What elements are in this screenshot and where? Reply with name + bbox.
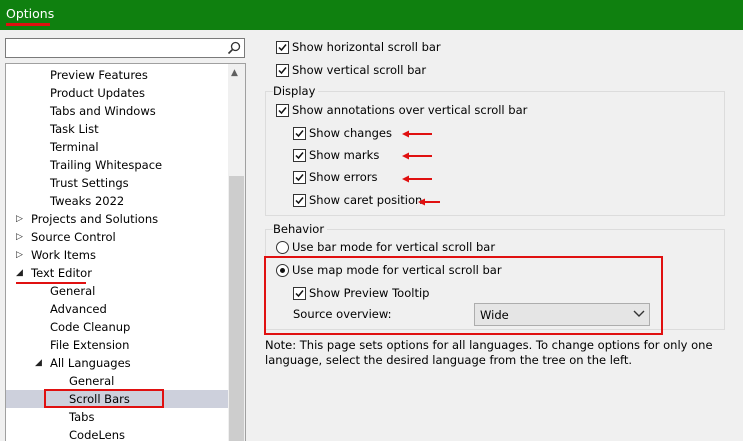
tree-item-label: Preview Features [50,68,148,82]
show-errors-label[interactable]: Show errors [309,170,378,184]
checkmark-icon [278,44,287,52]
note-text: Note: This page sets options for all lan… [265,338,713,367]
collapsed-arrow-icon[interactable]: ▷ [16,228,23,246]
tree-item-label: Code Cleanup [50,320,131,334]
tree-item-label: Tweaks 2022 [50,194,125,208]
tree-item[interactable]: ◢ Text Editor [6,264,228,282]
tree-item[interactable]: Code Cleanup [6,318,228,336]
show-annotations-label[interactable]: Show annotations over vertical scroll ba… [292,103,527,117]
tree-item[interactable]: Tweaks 2022 [6,192,228,210]
tree-item-label: Trailing Whitespace [50,158,163,172]
tree-item-label: General [69,374,115,388]
bar-mode-radio[interactable] [276,241,289,254]
tree-item[interactable]: ◢ All Languages [6,354,228,372]
tree-item[interactable]: General [6,282,228,300]
show-errors-checkbox[interactable] [293,171,306,184]
show-annotations-checkbox[interactable] [276,104,289,117]
show-vertical-checkbox[interactable] [276,64,289,77]
tree-item[interactable]: General [6,372,228,390]
tree-item[interactable]: Preview Features [6,66,228,84]
tree-item[interactable]: Task List [6,120,228,138]
tree-scrollbar[interactable]: ▲ [228,64,245,441]
tree-item-label: Product Updates [50,86,145,100]
collapsed-arrow-icon[interactable]: ▷ [16,210,23,228]
tree-item-label: CodeLens [69,428,126,441]
show-horizontal-label[interactable]: Show horizontal scroll bar [292,40,441,54]
behavior-group-title: Behavior [273,222,328,236]
tree-item[interactable]: Tabs and Windows [6,102,228,120]
tree-item-label: Task List [50,122,99,136]
tree-item[interactable]: Tabs [6,408,228,426]
text-editor-red-underline [16,282,86,284]
tree-item[interactable]: Trust Settings [6,174,228,192]
tree-item-label: File Extension [50,338,130,352]
show-changes-checkbox[interactable] [293,127,306,140]
checkmark-icon [278,107,287,115]
window-title: Options [6,6,55,21]
checkmark-icon [278,67,287,75]
checkmark-icon [295,197,304,205]
tree-item-label: Source Control [31,230,116,244]
tree-item-label: Projects and Solutions [31,212,159,226]
checkmark-icon [295,152,304,160]
tree-item-label: Tabs and Windows [50,104,156,118]
checkmark-icon [295,130,304,138]
show-vertical-label[interactable]: Show vertical scroll bar [292,63,426,77]
scroll-bars-red-highlight [44,389,164,408]
tree-item[interactable]: Advanced [6,300,228,318]
expanded-arrow-icon[interactable]: ◢ [35,354,42,372]
show-caret-checkbox[interactable] [293,194,306,207]
title-red-underline [6,23,50,26]
tree-item-label: Work Items [31,248,96,262]
tree-item-label: Text Editor [31,266,92,280]
scroll-up-icon[interactable]: ▲ [231,68,238,78]
tree-item-label: Advanced [50,302,107,316]
search-icon[interactable] [226,40,242,56]
collapsed-arrow-icon[interactable]: ▷ [16,246,23,264]
show-marks-checkbox[interactable] [293,149,306,162]
red-arrow-icon [402,175,432,183]
tree-item[interactable]: Product Updates [6,84,228,102]
show-marks-label[interactable]: Show marks [309,148,379,162]
options-tree[interactable]: Preview Features Product Updates Tabs and … [5,63,246,441]
tree-item[interactable]: Terminal [6,138,228,156]
search-input[interactable] [5,38,245,58]
title-bar: Options [0,0,743,30]
show-horizontal-checkbox[interactable] [276,41,289,54]
tree-item[interactable]: ▷ Work Items [6,246,228,264]
tree-item-label: Terminal [50,140,99,154]
tree-item[interactable]: ▷ Projects and Solutions [6,210,228,228]
tree-item[interactable]: Trailing Whitespace [6,156,228,174]
red-arrow-icon [418,198,440,206]
tree-item-label: Trust Settings [50,176,129,190]
red-arrow-icon [402,130,432,138]
tree-item[interactable]: File Extension [6,336,228,354]
tree-item-label: Tabs [69,410,95,424]
bar-mode-label[interactable]: Use bar mode for vertical scroll bar [292,240,495,254]
tree-item-label: General [50,284,96,298]
expanded-arrow-icon[interactable]: ◢ [16,264,23,282]
tree-item[interactable]: CodeLens [6,426,228,441]
red-arrow-icon [402,152,432,160]
checkmark-icon [295,174,304,182]
tree-item-label: All Languages [50,356,131,370]
map-mode-red-highlight [264,256,663,335]
tree-item[interactable]: ▷ Source Control [6,228,228,246]
show-caret-label[interactable]: Show caret position [309,193,422,207]
display-group-title: Display [273,84,319,98]
show-changes-label[interactable]: Show changes [309,126,392,140]
scrollbar-thumb[interactable] [229,176,244,441]
